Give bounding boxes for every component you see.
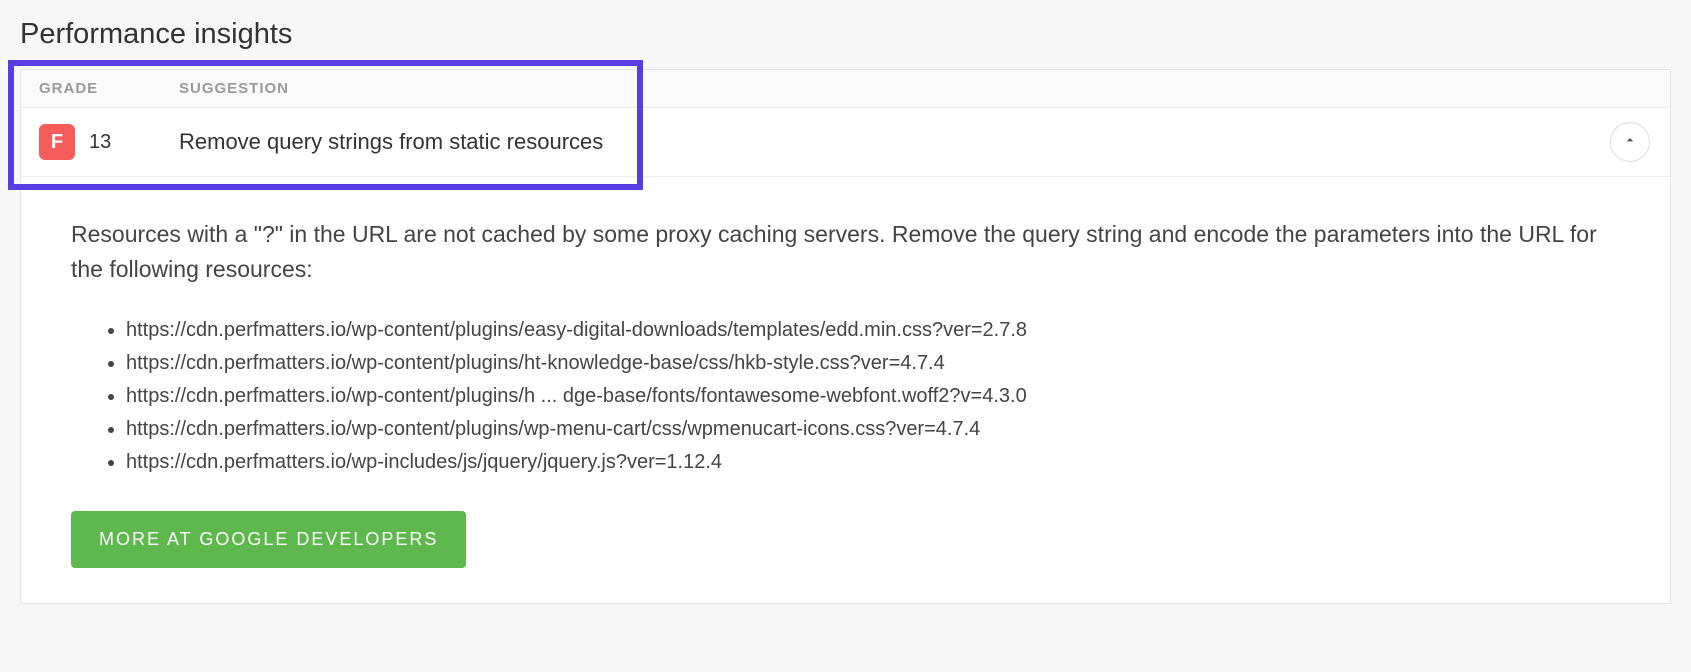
insights-panel: GRADE SUGGESTION F 13 Remove query strin…: [20, 69, 1671, 604]
header-grade: GRADE: [39, 80, 179, 97]
resource-list: https://cdn.perfmatters.io/wp-content/pl…: [71, 314, 1620, 479]
insight-body: Resources with a "?" in the URL are not …: [21, 177, 1670, 603]
collapse-button[interactable]: [1610, 122, 1650, 162]
section-title: Performance insights: [20, 18, 1671, 51]
list-item: https://cdn.perfmatters.io/wp-content/pl…: [126, 413, 1620, 446]
insights-header-row: GRADE SUGGESTION: [21, 70, 1670, 108]
list-item: https://cdn.perfmatters.io/wp-includes/j…: [126, 446, 1620, 479]
suggestion-text: Remove query strings from static resourc…: [179, 129, 1610, 155]
header-suggestion: SUGGESTION: [179, 80, 1650, 97]
insight-description: Resources with a "?" in the URL are not …: [71, 217, 1620, 286]
list-item: https://cdn.perfmatters.io/wp-content/pl…: [126, 347, 1620, 380]
grade-badge: F: [39, 124, 75, 160]
more-at-google-developers-button[interactable]: MORE AT GOOGLE DEVELOPERS: [71, 511, 466, 568]
chevron-up-icon: [1622, 132, 1638, 153]
insight-row[interactable]: F 13 Remove query strings from static re…: [21, 108, 1670, 177]
grade-score: 13: [89, 131, 111, 154]
list-item: https://cdn.perfmatters.io/wp-content/pl…: [126, 314, 1620, 347]
list-item: https://cdn.perfmatters.io/wp-content/pl…: [126, 380, 1620, 413]
grade-cell: F 13: [39, 124, 179, 160]
